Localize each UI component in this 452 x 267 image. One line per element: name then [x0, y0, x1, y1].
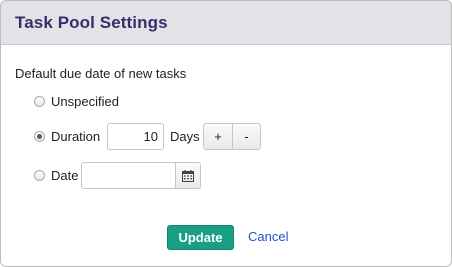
calendar-icon — [182, 169, 194, 182]
duration-unit-label: Days — [170, 129, 200, 144]
update-button[interactable]: Update — [167, 225, 234, 250]
option-duration[interactable]: Duration — [34, 123, 100, 150]
decrement-button[interactable]: - — [232, 124, 260, 149]
duration-stepper: + - — [203, 123, 261, 150]
dialog-header: Task Pool Settings — [1, 1, 451, 45]
section-label: Default due date of new tasks — [15, 66, 187, 81]
increment-button[interactable]: + — [204, 124, 232, 149]
option-unspecified[interactable]: Unspecified — [34, 94, 119, 109]
duration-label: Duration — [51, 129, 101, 144]
duration-input[interactable] — [107, 123, 164, 150]
unspecified-radio[interactable] — [34, 96, 45, 107]
calendar-button[interactable] — [175, 162, 201, 189]
cancel-link[interactable]: Cancel — [248, 229, 288, 244]
duration-radio[interactable] — [34, 131, 45, 142]
date-label: Date — [51, 168, 79, 183]
option-date[interactable]: Date — [34, 162, 78, 189]
unspecified-label: Unspecified — [51, 94, 119, 109]
date-input[interactable] — [81, 162, 176, 189]
task-pool-settings-dialog: Task Pool Settings Default due date of n… — [0, 0, 452, 267]
date-radio[interactable] — [34, 170, 45, 181]
dialog-title: Task Pool Settings — [15, 12, 168, 32]
